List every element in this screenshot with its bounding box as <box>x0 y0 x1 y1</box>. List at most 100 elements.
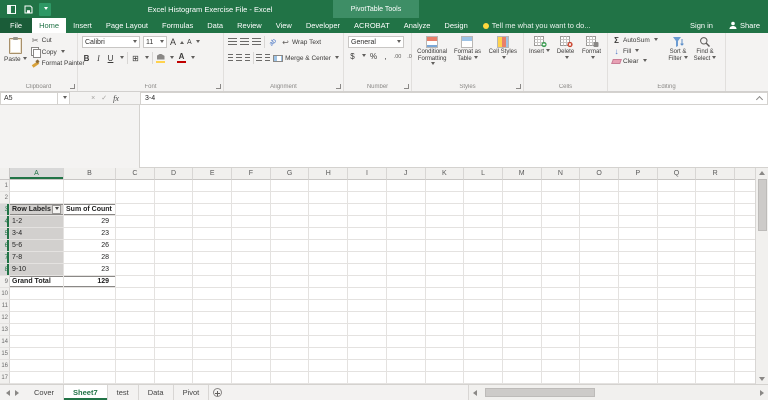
cell-N7[interactable] <box>541 252 581 264</box>
cell-R4[interactable] <box>696 216 735 228</box>
cell-O12[interactable] <box>580 312 619 324</box>
cell-G14[interactable] <box>270 336 310 348</box>
column-header-o[interactable]: O <box>580 168 619 180</box>
cell-G8[interactable] <box>270 264 310 276</box>
cell-Q13[interactable] <box>657 324 697 336</box>
cell-A14[interactable] <box>10 336 64 348</box>
new-sheet-button[interactable] <box>209 385 225 400</box>
tab-home[interactable]: Home <box>32 18 67 33</box>
cell-R1[interactable] <box>696 180 735 192</box>
cell-P7[interactable] <box>618 252 658 264</box>
cell-H15[interactable] <box>309 348 349 360</box>
cell-F2[interactable] <box>232 192 271 204</box>
cell-Q2[interactable] <box>657 192 697 204</box>
cell-M16[interactable] <box>502 360 542 372</box>
row-header-1[interactable]: 1 <box>0 180 10 192</box>
cell-D5[interactable] <box>154 228 194 240</box>
cell-K9[interactable] <box>425 276 465 288</box>
scroll-right-button[interactable] <box>756 389 768 396</box>
next-sheet-button[interactable] <box>15 389 19 396</box>
cell-F16[interactable] <box>232 360 271 372</box>
cell-H9[interactable] <box>309 276 349 288</box>
cell-N5[interactable] <box>541 228 581 240</box>
cell-G7[interactable] <box>270 252 310 264</box>
cell-C15[interactable] <box>116 348 155 360</box>
insert-cells-button[interactable]: Insert <box>528 36 551 56</box>
share-button[interactable]: Share <box>721 18 768 33</box>
tab-design[interactable]: Design <box>437 18 474 33</box>
cell-C9[interactable] <box>116 276 155 288</box>
tab-acrobat[interactable]: ACROBAT <box>347 18 397 33</box>
cell-R16[interactable] <box>696 360 735 372</box>
orientation-button[interactable]: ab <box>267 36 279 48</box>
align-left-icon[interactable] <box>228 54 234 62</box>
cell-C5[interactable] <box>116 228 155 240</box>
row-header-7[interactable]: 7 <box>0 252 10 264</box>
cell-P3[interactable] <box>618 204 658 216</box>
cell-F11[interactable] <box>232 300 271 312</box>
cell-C6[interactable] <box>116 240 155 252</box>
conditional-formatting-button[interactable]: Conditional Formatting <box>416 36 448 69</box>
cell-E11[interactable] <box>193 300 233 312</box>
copy-button[interactable]: Copy <box>30 47 85 58</box>
cell-A10[interactable] <box>10 288 64 300</box>
cell-I9[interactable] <box>348 276 387 288</box>
cell-I2[interactable] <box>348 192 387 204</box>
cell-G2[interactable] <box>270 192 310 204</box>
cell-Q7[interactable] <box>657 252 697 264</box>
cell-K8[interactable] <box>425 264 465 276</box>
bold-button[interactable]: B <box>82 54 91 63</box>
cell-F1[interactable] <box>232 180 271 192</box>
cell-J6[interactable] <box>386 240 426 252</box>
column-header-i[interactable]: I <box>348 168 387 180</box>
cell-Q3[interactable] <box>657 204 697 216</box>
cell-O15[interactable] <box>580 348 619 360</box>
cell-B10[interactable] <box>64 288 116 300</box>
formula-expanded-area[interactable] <box>140 105 768 168</box>
cell-J1[interactable] <box>386 180 426 192</box>
cell-L13[interactable] <box>464 324 503 336</box>
cell-H12[interactable] <box>309 312 349 324</box>
scroll-left-button[interactable] <box>469 389 481 396</box>
formula-input[interactable]: 3-4 <box>140 92 752 105</box>
horizontal-scrollbar[interactable] <box>468 385 768 400</box>
percent-style-button[interactable]: % <box>369 52 378 61</box>
cell-L14[interactable] <box>464 336 503 348</box>
cell-L6[interactable] <box>464 240 503 252</box>
sheet-tab-test[interactable]: test <box>108 385 139 400</box>
cell-M10[interactable] <box>502 288 542 300</box>
cell-K16[interactable] <box>425 360 465 372</box>
column-header-r[interactable]: R <box>696 168 735 180</box>
tab-analyze[interactable]: Analyze <box>397 18 438 33</box>
comma-style-button[interactable]: , <box>381 52 390 61</box>
cell-C17[interactable] <box>116 372 155 384</box>
cell-P9[interactable] <box>618 276 658 288</box>
cell-A2[interactable] <box>10 192 64 204</box>
cell-N12[interactable] <box>541 312 581 324</box>
name-box-dropdown[interactable] <box>58 92 70 105</box>
cell-F3[interactable] <box>232 204 271 216</box>
cell-O1[interactable] <box>580 180 619 192</box>
delete-cells-button[interactable]: Delete <box>554 36 577 62</box>
cell-A12[interactable] <box>10 312 64 324</box>
column-header-h[interactable]: H <box>309 168 349 180</box>
cell-F6[interactable] <box>232 240 271 252</box>
column-header-p[interactable]: P <box>618 168 658 180</box>
cell-K10[interactable] <box>425 288 465 300</box>
cell-A7[interactable]: 7-8 <box>10 252 64 264</box>
cell-A3[interactable]: Row Labels <box>10 204 64 216</box>
row-labels-filter-button[interactable] <box>52 205 61 214</box>
cell-L10[interactable] <box>464 288 503 300</box>
cell-G1[interactable] <box>270 180 310 192</box>
cell-H13[interactable] <box>309 324 349 336</box>
cell-F7[interactable] <box>232 252 271 264</box>
column-header-m[interactable]: M <box>502 168 542 180</box>
cell-L8[interactable] <box>464 264 503 276</box>
italic-button[interactable]: I <box>94 54 103 63</box>
align-top-icon[interactable] <box>228 38 237 46</box>
cell-A15[interactable] <box>10 348 64 360</box>
cell-B16[interactable] <box>64 360 116 372</box>
cell-M2[interactable] <box>502 192 542 204</box>
cell-B5[interactable]: 23 <box>64 228 116 240</box>
tab-formulas[interactable]: Formulas <box>155 18 200 33</box>
